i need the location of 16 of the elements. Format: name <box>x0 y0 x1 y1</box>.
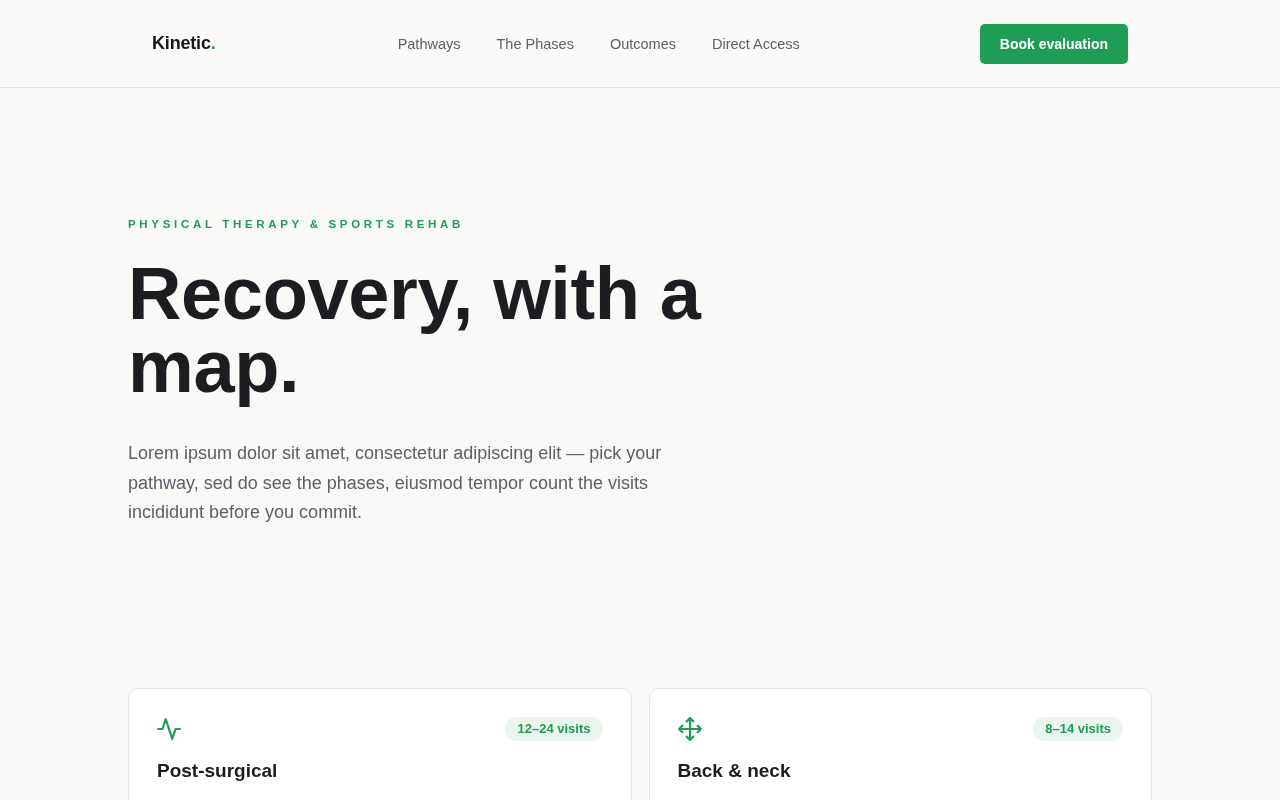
pulse-icon <box>157 717 181 741</box>
eyebrow-label: PHYSICAL THERAPY & SPORTS REHAB <box>128 217 466 231</box>
visits-badge: 8–14 visits <box>1033 717 1123 741</box>
nav-link[interactable]: Pathways <box>397 35 461 52</box>
nav-link[interactable]: Outcomes <box>609 35 676 52</box>
logo[interactable]: Kinetic. <box>152 33 216 54</box>
card-title: Back & neck <box>677 760 792 782</box>
card-title: Post-surgical <box>157 760 279 782</box>
visits-badge: 12–24 visits <box>505 717 603 741</box>
pathway-card[interactable]: 12–24 visits Post-surgical <box>128 688 632 800</box>
move-arrows-icon <box>677 717 702 741</box>
hero-description: Lorem ipsum dolor sit amet, consectetur adipiscing elit — pick your pathway, sed do see the phases, eiusmod tempor count the visits incididunt before you commit. <box>128 442 663 524</box>
nav-link[interactable]: Direct Access <box>712 35 800 52</box>
pathway-card[interactable]: 8–14 visits Back & neck <box>648 688 1152 800</box>
book-evaluation-button[interactable]: Book evaluation <box>979 23 1128 64</box>
nav-link[interactable]: The Phases <box>496 35 574 52</box>
